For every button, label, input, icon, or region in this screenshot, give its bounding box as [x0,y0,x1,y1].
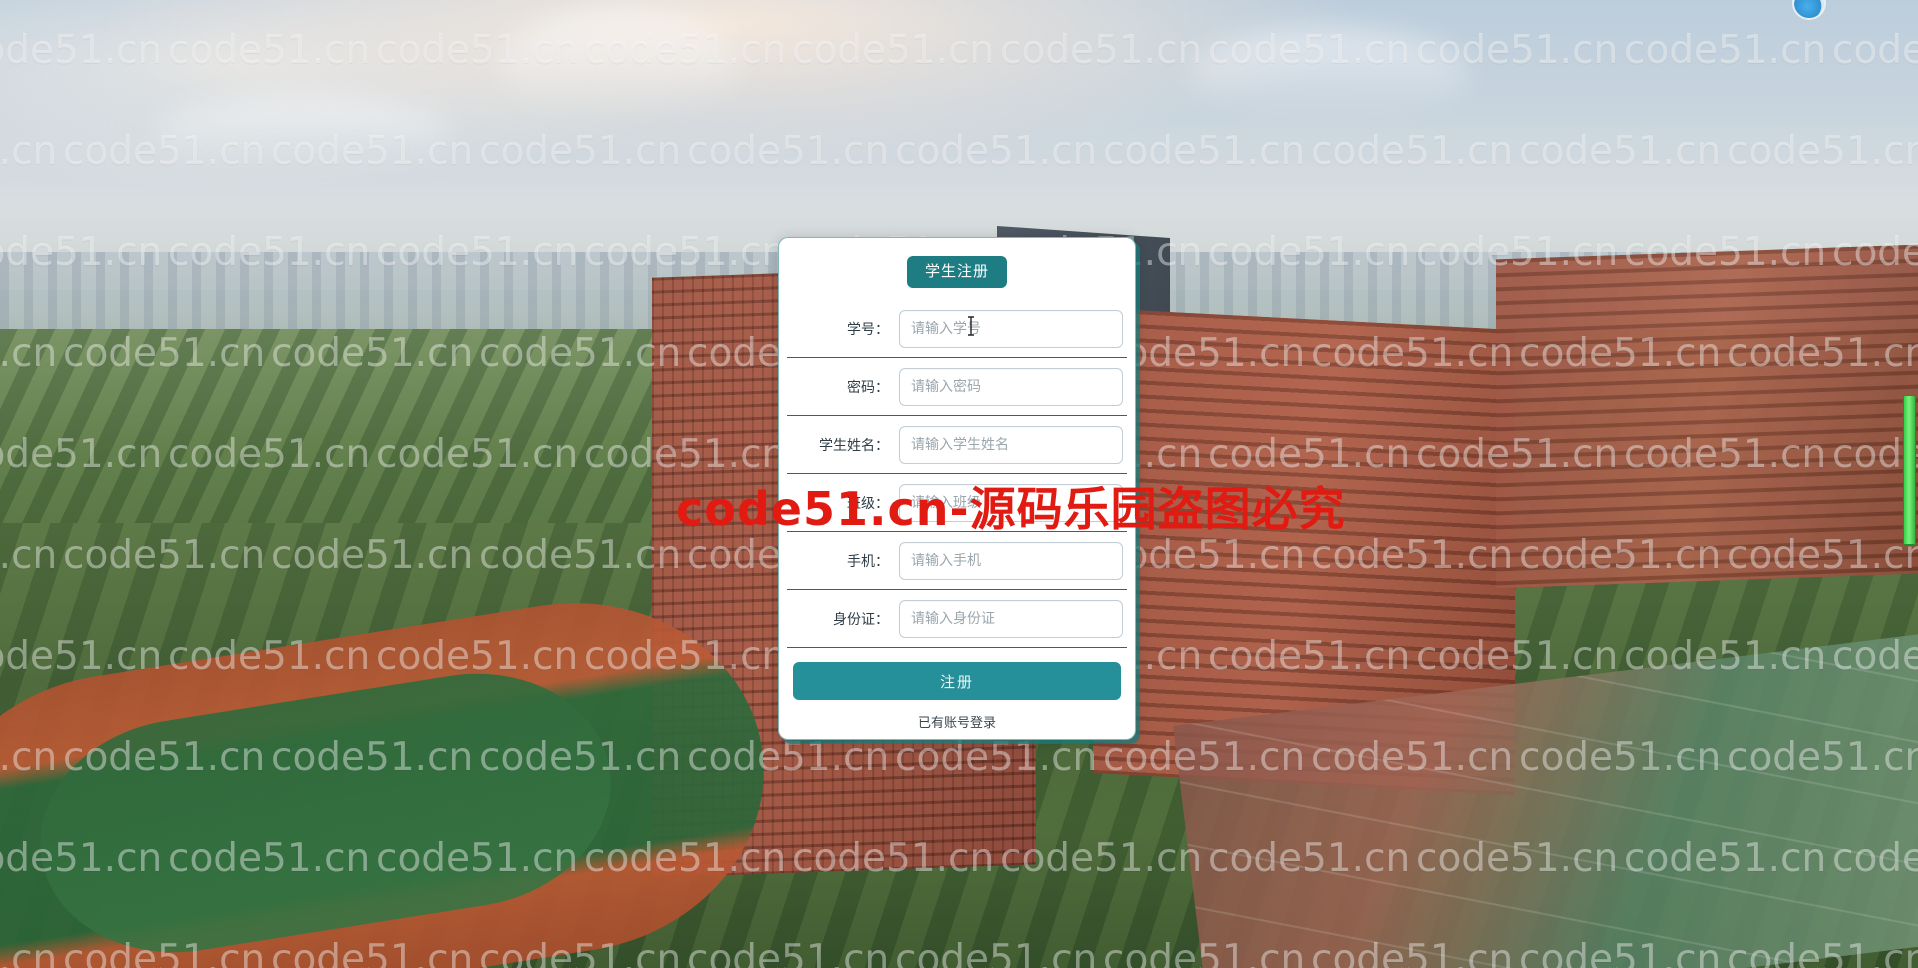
input-student-name[interactable] [899,425,1123,464]
form-row-id-card: 身份证： [787,590,1127,648]
label-student-name: 学生姓名： [819,437,889,454]
card-header: 学生注册 [779,238,1135,288]
label-phone: 手机： [847,553,889,570]
login-link-area: 已有账号登录 [779,712,1135,732]
form-row-class: 班级： [787,474,1127,532]
label-class: 班级： [847,495,889,512]
form-row-phone: 手机： [787,532,1127,590]
existing-account-login-link[interactable]: 已有账号登录 [918,716,996,731]
submit-area: 注册 [779,648,1135,700]
page-root: code51.cncode51.cncode51.cncode51.cncode… [0,0,1918,968]
register-card: 学生注册 学号： 密码： 学生姓名： 班级： 手机： 身份证： 注册 已有账号登录 [778,237,1136,740]
input-id-card[interactable] [899,599,1123,638]
input-class[interactable] [899,483,1123,522]
vertical-scrollbar-thumb[interactable] [1903,395,1916,545]
input-student-id[interactable] [899,309,1123,348]
student-register-tab[interactable]: 学生注册 [906,256,1007,288]
register-submit-button[interactable]: 注册 [793,662,1121,700]
form-row-student-name: 学生姓名： [787,416,1127,474]
label-student-id: 学号： [847,321,889,338]
input-phone[interactable] [899,541,1123,580]
label-id-card: 身份证： [833,611,889,628]
input-password[interactable] [899,367,1123,406]
register-form: 学号： 密码： 学生姓名： 班级： 手机： 身份证： [779,300,1135,648]
form-row-password: 密码： [787,358,1127,416]
form-row-student-id: 学号： [787,300,1127,358]
label-password: 密码： [847,379,889,396]
